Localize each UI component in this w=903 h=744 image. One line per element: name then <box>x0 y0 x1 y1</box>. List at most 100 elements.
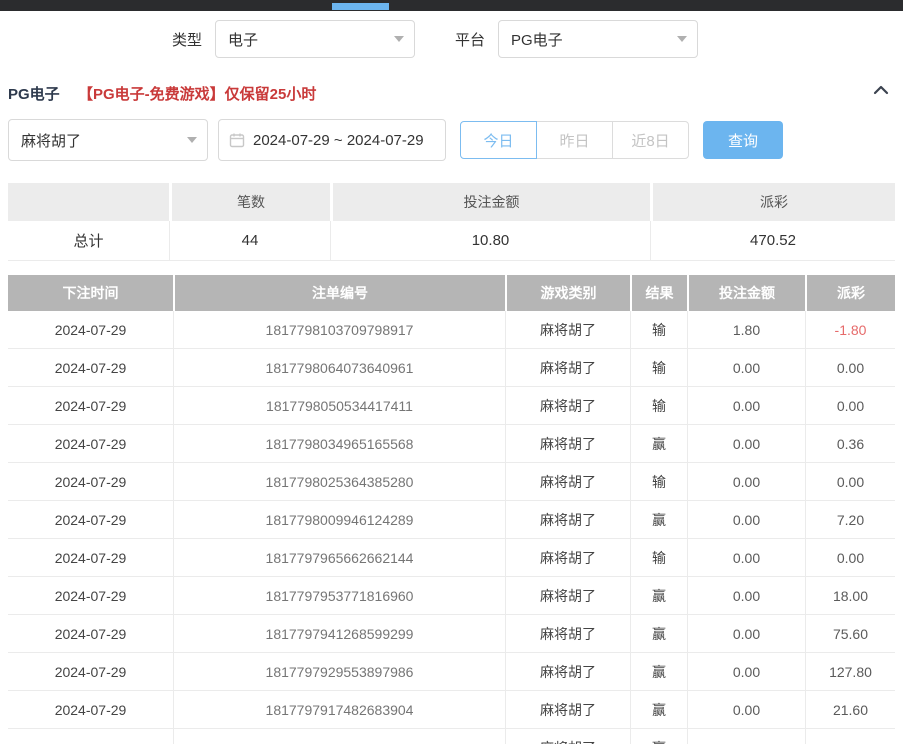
payout-cell: 0.00 <box>805 387 895 425</box>
bet-time-cell: 2024-07-29 <box>8 311 173 349</box>
bet-time-cell <box>8 729 173 744</box>
table-row: 2024-07-291817797929553897986麻将胡了赢0.0012… <box>8 653 895 691</box>
bet-time-cell: 2024-07-29 <box>8 577 173 615</box>
payout-cell: 0.00 <box>805 539 895 577</box>
type-label: 类型 <box>172 29 202 50</box>
collapse-chevron-up-icon[interactable] <box>871 80 891 100</box>
table-row: 2024-07-291817798009946124289麻将胡了赢0.007.… <box>8 501 895 539</box>
result-cell: 输 <box>630 311 687 349</box>
table-row: 2024-07-291817798034965165568麻将胡了赢0.000.… <box>8 425 895 463</box>
payout-cell: 0.00 <box>805 349 895 387</box>
summary-header-cell: 投注金额 <box>330 183 650 221</box>
payout-cell: 127.80 <box>805 653 895 691</box>
bet-id-cell: 1817798103709798917 <box>173 311 505 349</box>
summary-value-cell: 470.52 <box>650 221 895 261</box>
payout-cell: 0.36 <box>805 425 895 463</box>
table-header-cell: 结果 <box>630 275 687 311</box>
table-header-row: 下注时间注单编号游戏类别结果投注金额派彩 <box>8 275 895 311</box>
bet-amount-cell: 0.00 <box>687 425 805 463</box>
result-cell: 输 <box>630 387 687 425</box>
top-tab-bar <box>0 0 903 11</box>
table-body: 2024-07-291817798103709798917麻将胡了输1.80-1… <box>8 311 895 744</box>
table-header-cell: 派彩 <box>805 275 895 311</box>
bet-id-cell: 1817797965662662144 <box>173 539 505 577</box>
bet-time-cell: 2024-07-29 <box>8 691 173 729</box>
bet-time-cell: 2024-07-29 <box>8 653 173 691</box>
section-notice: 【PG电子-免费游戏】仅保留25小时 <box>78 83 316 104</box>
bet-amount-cell: 0.00 <box>687 463 805 501</box>
payout-cell: -1.80 <box>805 311 895 349</box>
payout-cell: 0.00 <box>805 463 895 501</box>
result-cell: 赢 <box>630 425 687 463</box>
summary-value-cell: 44 <box>169 221 330 261</box>
bet-id-cell: 1817798009946124289 <box>173 501 505 539</box>
payout-cell <box>805 729 895 744</box>
table-row: 2024-07-291817797941268599299麻将胡了赢0.0075… <box>8 615 895 653</box>
result-cell: 赢 <box>630 729 687 744</box>
table-row: 2024-07-291817798064073640961麻将胡了输0.000.… <box>8 349 895 387</box>
game-type-cell: 麻将胡了 <box>505 691 630 729</box>
caret-down-icon <box>187 137 197 143</box>
result-cell: 输 <box>630 463 687 501</box>
bet-time-cell: 2024-07-29 <box>8 387 173 425</box>
result-cell: 赢 <box>630 691 687 729</box>
bet-amount-cell: 0.00 <box>687 653 805 691</box>
bet-time-cell: 2024-07-29 <box>8 501 173 539</box>
yesterday-button[interactable]: 昨日 <box>536 121 613 159</box>
table-row: 2024-07-291817798025364385280麻将胡了输0.000.… <box>8 463 895 501</box>
active-tab-indicator[interactable] <box>332 3 389 10</box>
bet-id-cell: 1817797929553897986 <box>173 653 505 691</box>
table-row: 2024-07-291817797965662662144麻将胡了输0.000.… <box>8 539 895 577</box>
game-type-cell: 麻将胡了 <box>505 349 630 387</box>
bet-amount-cell: 0.00 <box>687 577 805 615</box>
summary-header-cell: 笔数 <box>169 183 330 221</box>
bet-id-cell: 1817798064073640961 <box>173 349 505 387</box>
table-header-cell: 投注金额 <box>687 275 805 311</box>
table-header-cell: 注单编号 <box>173 275 505 311</box>
summary-value-cell: 10.80 <box>330 221 650 261</box>
type-select[interactable]: 电子 <box>215 20 415 58</box>
summary-header-cell <box>8 183 169 221</box>
caret-down-icon <box>394 36 404 42</box>
bet-amount-cell: 0.00 <box>687 539 805 577</box>
game-type-cell: 麻将胡了 <box>505 615 630 653</box>
result-cell: 赢 <box>630 653 687 691</box>
game-select[interactable]: 麻将胡了 <box>8 119 208 161</box>
game-select-value: 麻将胡了 <box>21 130 81 151</box>
payout-cell: 18.00 <box>805 577 895 615</box>
bet-amount-cell: 0.00 <box>687 387 805 425</box>
today-button[interactable]: 今日 <box>460 121 537 159</box>
game-type-cell: 麻将胡了 <box>505 653 630 691</box>
result-cell: 赢 <box>630 577 687 615</box>
summary-value-cell: 总计 <box>8 221 169 261</box>
page: 类型 电子 平台 PG电子 PG电子 【PG电子-免费游戏】仅保留25小时 麻将… <box>0 0 903 744</box>
bet-amount-cell: 0.00 <box>687 691 805 729</box>
section-title: PG电子 <box>8 83 60 104</box>
table-row: 2024-07-291817797953771816960麻将胡了赢0.0018… <box>8 577 895 615</box>
bet-id-cell: 1817797941268599299 <box>173 615 505 653</box>
bet-amount-cell <box>687 729 805 744</box>
last-8-days-button[interactable]: 近8日 <box>612 121 689 159</box>
payout-cell: 7.20 <box>805 501 895 539</box>
bet-id-cell: 1817797917482683904 <box>173 691 505 729</box>
bet-amount-cell: 0.00 <box>687 501 805 539</box>
table-row: 2024-07-291817798103709798917麻将胡了输1.80-1… <box>8 311 895 349</box>
payout-cell: 21.60 <box>805 691 895 729</box>
bet-amount-cell: 0.00 <box>687 615 805 653</box>
query-toolbar: 麻将胡了 2024-07-29 ~ 2024-07-29 今日 昨日 近8日 查… <box>0 119 903 163</box>
date-range-input[interactable]: 2024-07-29 ~ 2024-07-29 <box>218 119 446 161</box>
bet-amount-cell: 0.00 <box>687 349 805 387</box>
table-header-cell: 下注时间 <box>8 275 173 311</box>
search-button[interactable]: 查询 <box>703 121 783 159</box>
date-shortcut-group: 今日 昨日 近8日 <box>460 121 689 159</box>
summary-table: 笔数投注金额派彩 总计4410.80470.52 <box>8 183 895 261</box>
platform-select-value: PG电子 <box>511 29 563 50</box>
game-type-cell: 麻将胡了 <box>505 311 630 349</box>
bet-time-cell: 2024-07-29 <box>8 425 173 463</box>
bet-id-cell: 1817797953771816960 <box>173 577 505 615</box>
platform-select[interactable]: PG电子 <box>498 20 698 58</box>
table-row: 麻将胡了赢 <box>8 729 895 744</box>
bet-time-cell: 2024-07-29 <box>8 615 173 653</box>
section-header: PG电子 【PG电子-免费游戏】仅保留25小时 <box>0 72 903 112</box>
bet-records-table: 下注时间注单编号游戏类别结果投注金额派彩 2024-07-29181779810… <box>8 275 895 744</box>
